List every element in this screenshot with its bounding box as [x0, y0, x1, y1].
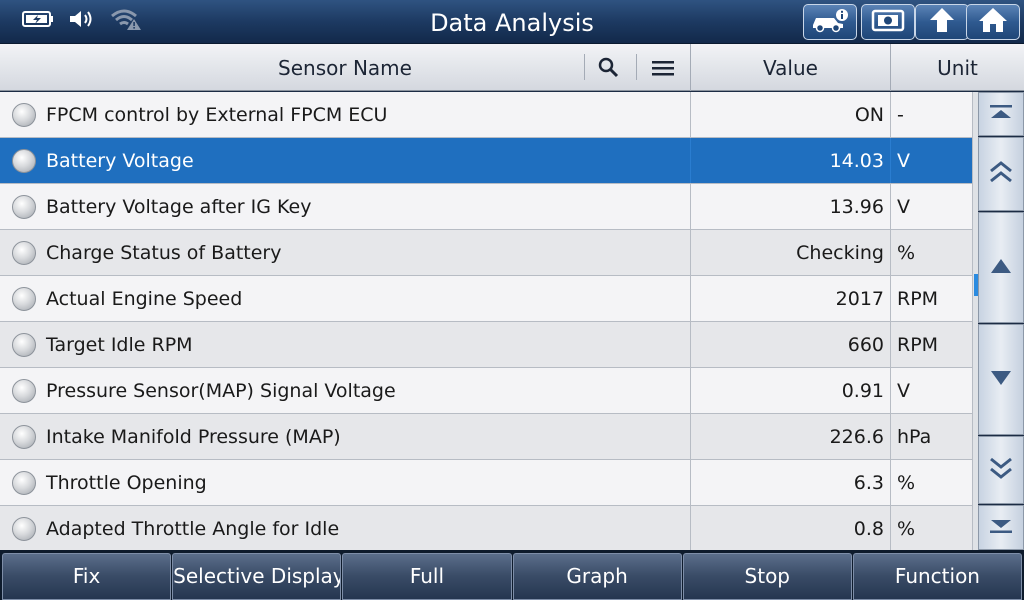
arrow-up-icon	[988, 256, 1014, 280]
bottom-toolbar: Fix Selective Display Full Graph Stop Fu…	[0, 550, 1024, 600]
function-button[interactable]: Function	[852, 553, 1023, 600]
battery-charging-icon	[22, 10, 54, 32]
page-title: Data Analysis	[430, 9, 594, 37]
status-area	[22, 6, 142, 36]
row-select-radio[interactable]	[12, 241, 36, 265]
row-select-radio[interactable]	[12, 195, 36, 219]
row-select-radio[interactable]	[12, 287, 36, 311]
sensor-value: 6.3	[690, 460, 890, 505]
table-row[interactable]: Throttle Opening 6.3 %	[0, 460, 972, 506]
sensor-unit: %	[890, 460, 972, 505]
sensor-name: FPCM control by External FPCM ECU	[46, 104, 388, 126]
table-row[interactable]: Intake Manifold Pressure (MAP) 226.6 hPa	[0, 414, 972, 460]
sensor-unit: V	[890, 138, 972, 183]
table-row[interactable]: Target Idle RPM 660 RPM	[0, 322, 972, 368]
sensor-name: Charge Status of Battery	[46, 242, 282, 264]
graph-button[interactable]: Graph	[512, 553, 682, 600]
search-icon[interactable]	[594, 53, 624, 83]
sensor-name: Pressure Sensor(MAP) Signal Voltage	[46, 380, 396, 402]
sensor-value: ON	[690, 92, 890, 137]
page-down-button[interactable]	[978, 436, 1024, 504]
sensor-value: 0.8	[690, 506, 890, 550]
menu-icon[interactable]	[648, 53, 678, 83]
sensor-unit: %	[890, 230, 972, 275]
sensor-unit: V	[890, 368, 972, 413]
table-row[interactable]: Actual Engine Speed 2017 RPM	[0, 276, 972, 322]
vehicle-info-button[interactable]	[803, 4, 857, 40]
table-row[interactable]: Adapted Throttle Angle for Idle 0.8 %	[0, 506, 972, 550]
row-select-radio[interactable]	[12, 103, 36, 127]
scroll-top-icon	[988, 102, 1014, 126]
title-bar: Data Analysis	[0, 0, 1024, 44]
table-row[interactable]: Charge Status of Battery Checking %	[0, 230, 972, 276]
column-header-sensor-name[interactable]: Sensor Name	[0, 44, 690, 91]
scroll-buttons	[978, 92, 1024, 550]
table-row[interactable]: FPCM control by External FPCM ECU ON -	[0, 92, 972, 138]
vehicle-info-icon	[810, 7, 850, 37]
sensor-unit: RPM	[890, 276, 972, 321]
header-divider	[636, 54, 637, 80]
sensor-name: Battery Voltage	[46, 150, 194, 172]
screenshot-icon	[870, 7, 906, 37]
screenshot-button[interactable]	[861, 4, 915, 40]
scroll-bottom-icon	[988, 516, 1014, 540]
home-icon	[977, 6, 1009, 38]
row-select-radio[interactable]	[12, 425, 36, 449]
sensor-name: Battery Voltage after IG Key	[46, 196, 312, 218]
row-select-radio[interactable]	[12, 379, 36, 403]
arrow-down-icon	[988, 368, 1014, 392]
sensor-unit: -	[890, 92, 972, 137]
sensor-value: 226.6	[690, 414, 890, 459]
scroll-up-button[interactable]	[978, 212, 1024, 323]
row-select-radio[interactable]	[12, 149, 36, 173]
page-up-button[interactable]	[978, 137, 1024, 211]
scroll-top-button[interactable]	[978, 92, 1024, 136]
full-button[interactable]: Full	[342, 553, 512, 600]
table-row[interactable]: Battery Voltage after IG Key 13.96 V	[0, 184, 972, 230]
stop-button[interactable]: Stop	[682, 553, 852, 600]
sensor-unit: %	[890, 506, 972, 550]
table-row[interactable]: Pressure Sensor(MAP) Signal Voltage 0.91…	[0, 368, 972, 414]
column-header-unit: Unit	[890, 44, 1024, 91]
scroll-bottom-button[interactable]	[978, 505, 1024, 550]
home-button[interactable]	[966, 4, 1020, 40]
speaker-icon[interactable]	[68, 8, 96, 34]
sensor-list[interactable]: FPCM control by External FPCM ECU ON - B…	[0, 92, 972, 550]
sensor-value: 2017	[690, 276, 890, 321]
sensor-value: 660	[690, 322, 890, 367]
double-chevron-up-icon	[988, 159, 1014, 189]
header-divider	[584, 54, 585, 80]
double-chevron-down-icon	[988, 455, 1014, 485]
sensor-value: 0.91	[690, 368, 890, 413]
sensor-name: Intake Manifold Pressure (MAP)	[46, 426, 341, 448]
row-select-radio[interactable]	[12, 471, 36, 495]
sensor-unit: V	[890, 184, 972, 229]
sensor-unit: hPa	[890, 414, 972, 459]
fix-button[interactable]: Fix	[2, 553, 172, 600]
sensor-value: 14.03	[690, 138, 890, 183]
sensor-name: Throttle Opening	[46, 472, 207, 494]
sensor-value: Checking	[690, 230, 890, 275]
table-row[interactable]: Battery Voltage 14.03 V	[0, 138, 972, 184]
sensor-name: Actual Engine Speed	[46, 288, 243, 310]
row-select-radio[interactable]	[12, 333, 36, 357]
table-header: Sensor Name Value Unit	[0, 44, 1024, 91]
row-select-radio[interactable]	[12, 517, 36, 541]
sensor-name: Adapted Throttle Angle for Idle	[46, 518, 340, 540]
sensor-value: 13.96	[690, 184, 890, 229]
wifi-warning-icon[interactable]	[110, 7, 142, 35]
back-button[interactable]	[915, 4, 969, 40]
selective-display-button[interactable]: Selective Display	[172, 553, 342, 600]
back-icon	[926, 6, 958, 38]
sensor-unit: RPM	[890, 322, 972, 367]
column-header-value: Value	[690, 44, 890, 91]
scroll-down-button[interactable]	[978, 324, 1024, 435]
sensor-name: Target Idle RPM	[46, 334, 193, 356]
